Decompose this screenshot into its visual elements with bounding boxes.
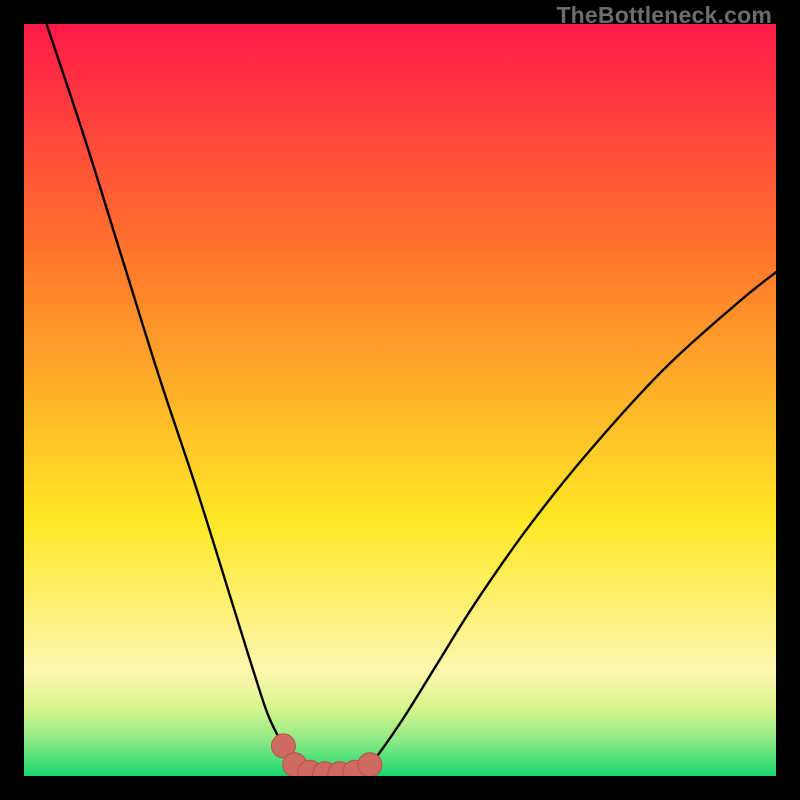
chart-frame bbox=[24, 24, 776, 776]
bottleneck-chart bbox=[24, 24, 776, 776]
highlight-marker bbox=[358, 753, 382, 776]
chart-background-gradient bbox=[24, 24, 776, 776]
watermark-text: TheBottleneck.com bbox=[556, 2, 772, 29]
